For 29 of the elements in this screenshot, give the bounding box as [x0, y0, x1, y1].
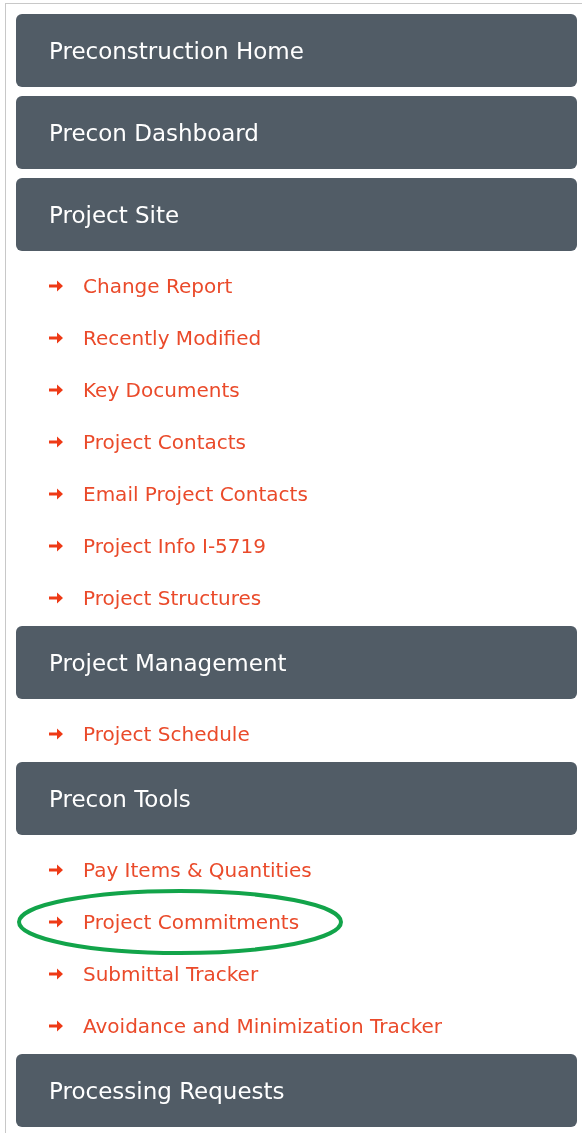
arrow-icon: [48, 279, 64, 293]
section-header[interactable]: Preconstruction Home: [16, 14, 577, 87]
arrow-icon: [48, 727, 64, 741]
nav-link[interactable]: Pay Items & Quantities: [83, 858, 312, 882]
nav-link[interactable]: Email Project Contacts: [83, 482, 308, 506]
nav-link[interactable]: Avoidance and Minimization Tracker: [83, 1014, 443, 1038]
nav-link[interactable]: Project Info I-5719: [83, 534, 266, 558]
arrow-icon: [48, 591, 64, 605]
section-header[interactable]: Project Management: [16, 626, 577, 699]
nav-link[interactable]: Project Contacts: [83, 430, 247, 454]
section-header[interactable]: Precon Dashboard: [16, 96, 577, 169]
nav-link[interactable]: Key Documents: [83, 378, 240, 402]
nav-link[interactable]: Change Report: [83, 274, 233, 298]
section-header[interactable]: Precon Tools: [16, 762, 577, 835]
arrow-icon: [48, 539, 64, 553]
arrow-icon: [48, 915, 64, 929]
section-header[interactable]: Project Site: [16, 178, 577, 251]
nav-link[interactable]: Project Schedule: [83, 722, 250, 746]
arrow-icon: [48, 383, 64, 397]
nav-link[interactable]: Recently Modified: [83, 326, 262, 350]
arrow-icon: [48, 435, 64, 449]
arrow-icon: [48, 863, 64, 877]
arrow-icon: [48, 1019, 64, 1033]
nav-link[interactable]: Submittal Tracker: [83, 962, 259, 986]
nav-link[interactable]: Project Structures: [83, 586, 262, 610]
arrow-icon: [48, 331, 64, 345]
arrow-icon: [48, 487, 64, 501]
arrow-icon: [48, 967, 64, 981]
section-header[interactable]: Processing Requests: [16, 1054, 577, 1127]
